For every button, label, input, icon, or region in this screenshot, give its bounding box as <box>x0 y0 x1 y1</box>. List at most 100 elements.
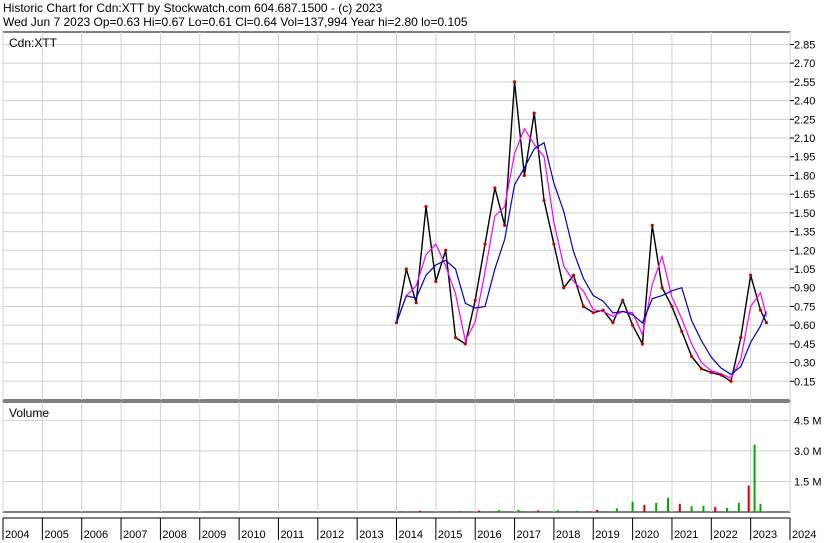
price-point <box>764 321 768 325</box>
year-label: 2005 <box>44 529 68 541</box>
price-point <box>670 304 674 309</box>
price-point <box>552 242 556 246</box>
price-point <box>503 223 507 227</box>
price-point <box>522 173 526 178</box>
price-tick-label: 2.85 <box>794 39 815 51</box>
year-label: 2017 <box>517 529 541 541</box>
price-point <box>394 321 399 325</box>
price-tick-label: 0.75 <box>794 301 815 313</box>
price-point <box>621 298 625 302</box>
price-point <box>483 242 487 246</box>
year-label: 2013 <box>359 529 383 541</box>
price-point <box>640 342 645 346</box>
price-point <box>758 308 763 312</box>
price-point <box>729 379 733 383</box>
price-point <box>631 323 635 327</box>
volume-bar <box>478 510 481 512</box>
price-tick-label: 1.20 <box>794 245 815 257</box>
volume-bar <box>517 509 520 512</box>
price-tick-label: 1.50 <box>794 208 815 220</box>
year-label: 2004 <box>5 529 29 541</box>
price-point <box>444 248 448 252</box>
price-point <box>660 286 664 290</box>
volume-tick-label: 4.5 M <box>794 415 822 427</box>
price-point <box>571 273 576 277</box>
year-label: 2022 <box>713 529 737 541</box>
price-point <box>414 301 418 305</box>
volume-bar <box>690 506 693 512</box>
price-point <box>463 342 467 346</box>
price-point <box>542 198 546 203</box>
year-label: 2015 <box>438 529 462 541</box>
price-tick-label: 2.10 <box>794 133 815 145</box>
price-tick-label: 1.35 <box>794 227 815 239</box>
price-point <box>532 111 536 115</box>
volume-bar <box>596 509 599 512</box>
volume-bar <box>497 510 500 512</box>
volume-bar <box>759 503 762 512</box>
year-label: 2007 <box>123 529 147 541</box>
year-label: 2024 <box>792 529 816 541</box>
year-label: 2006 <box>84 529 108 541</box>
price-point <box>749 273 753 277</box>
year-label: 2020 <box>635 529 659 541</box>
volume-bar <box>615 508 618 512</box>
volume-bar <box>747 485 750 512</box>
price-point <box>680 329 684 333</box>
price-tick-label: 0.45 <box>794 339 815 351</box>
volume-bar <box>726 507 729 512</box>
price-point <box>739 336 743 340</box>
volume-bar <box>667 497 670 512</box>
volume-bar <box>643 504 646 512</box>
stock-chart: Cdn:XTT Volume 0.15 0.30 0.45 0.60 0.75 0.90 1… <box>2 31 822 541</box>
price-tick-label: 2.40 <box>794 96 815 108</box>
price-point <box>493 186 497 190</box>
volume-bar <box>399 510 402 512</box>
volume-bar <box>556 510 559 512</box>
volume-tick-label: 1.5 M <box>794 476 822 488</box>
price-tick-label: 2.70 <box>794 58 815 70</box>
year-label: 2009 <box>202 529 226 541</box>
volume-bar <box>753 444 756 512</box>
price-point <box>699 367 704 371</box>
price-tick-label: 0.15 <box>794 376 815 388</box>
price-point <box>434 279 438 284</box>
volume-bar <box>576 510 579 512</box>
price-tick-label: 1.05 <box>794 264 815 276</box>
volume-panel-label: Volume <box>9 406 49 420</box>
year-label: 2011 <box>280 529 304 541</box>
year-label: 2018 <box>556 529 580 541</box>
volume-bar <box>702 505 705 512</box>
volume-tick-label: 3.0 M <box>794 446 822 458</box>
price-point <box>581 304 586 309</box>
price-point <box>690 354 694 358</box>
year-label: 2021 <box>674 529 698 541</box>
volume-bar <box>678 503 681 512</box>
price-tick-label: 0.60 <box>794 320 815 332</box>
price-panel-symbol: Cdn:XTT <box>9 36 58 50</box>
year-label: 2008 <box>162 529 186 541</box>
price-point <box>591 311 595 315</box>
price-tick-label: 0.90 <box>794 283 815 295</box>
volume-bar <box>737 502 740 512</box>
volume-bar <box>438 511 441 513</box>
volume-bar <box>458 510 461 512</box>
price-tick-label: 0.30 <box>794 358 815 370</box>
price-point <box>562 286 566 290</box>
year-label: 2023 <box>753 529 777 541</box>
price-point <box>453 336 458 340</box>
price-point <box>473 298 477 302</box>
year-label: 2010 <box>241 529 265 541</box>
year-label: 2019 <box>595 529 619 541</box>
price-tick-label: 2.25 <box>794 114 815 126</box>
price-point <box>611 321 615 325</box>
price-point <box>601 308 605 312</box>
price-point <box>424 205 428 209</box>
price-point <box>512 80 517 84</box>
volume-bar <box>655 502 658 512</box>
price-point <box>404 267 408 271</box>
volume-bar <box>631 501 634 512</box>
volume-bar <box>419 510 422 512</box>
price-tick-label: 1.95 <box>794 152 815 164</box>
year-label: 2012 <box>320 529 344 541</box>
